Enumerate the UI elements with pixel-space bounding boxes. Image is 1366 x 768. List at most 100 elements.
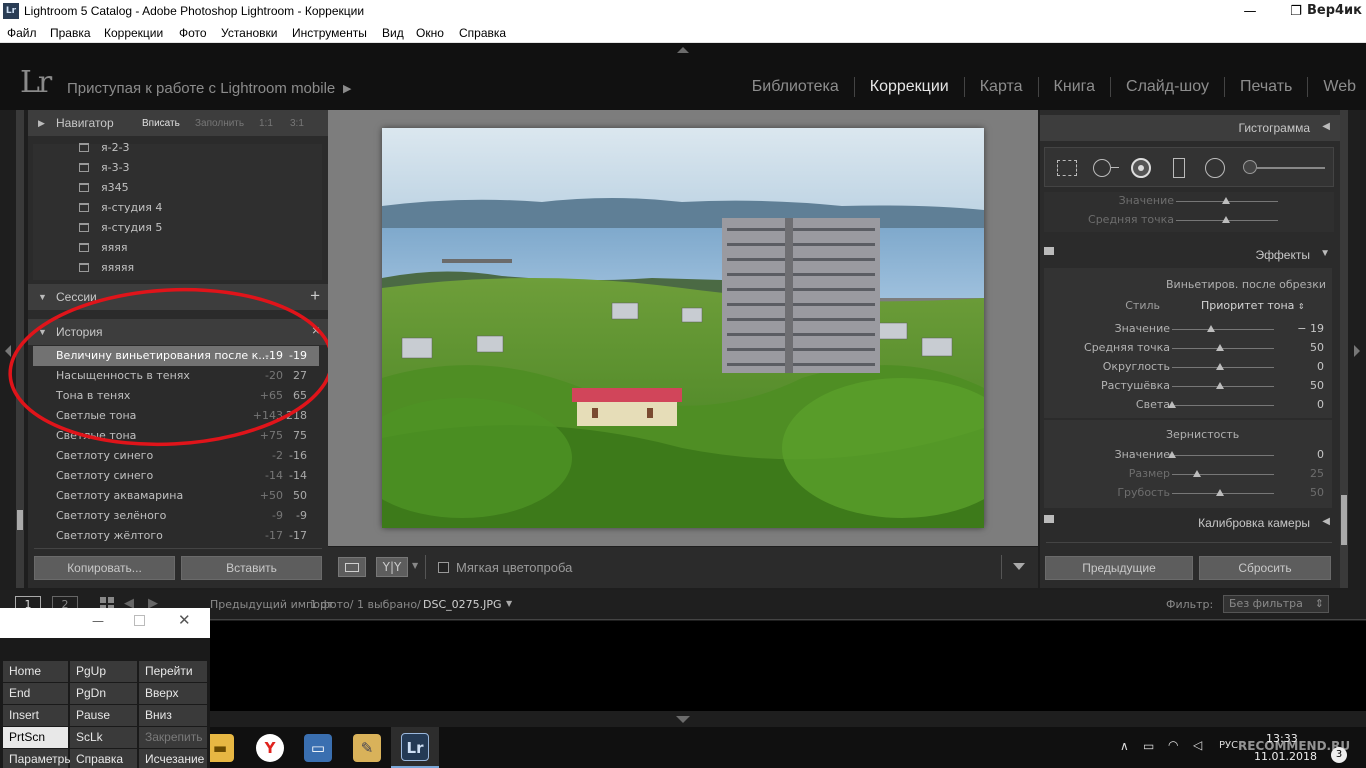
expand-triangle-icon[interactable]: ▶: [38, 118, 45, 129]
history-row[interactable]: Светлоту жёлтого -17 -17: [33, 526, 319, 546]
previous-settings-button[interactable]: Предыдущие: [1045, 556, 1193, 580]
tray-chevron-icon[interactable]: ∧: [1120, 739, 1129, 753]
collection-item[interactable]: я345: [76, 178, 326, 198]
yandex-browser-icon[interactable]: Y: [256, 734, 284, 762]
collapse-triangle-icon[interactable]: ▼: [1320, 248, 1330, 259]
collection-item[interactable]: я-3-3: [76, 158, 326, 178]
filmstrip-filename[interactable]: DSC_0275.JPG: [423, 598, 502, 611]
before-after-dropdown-icon[interactable]: ▼: [412, 561, 418, 570]
left-scrollbar-thumb[interactable]: [17, 510, 23, 530]
slider-row[interactable]: Округлость 0: [1044, 358, 1334, 376]
nav-3to1-option[interactable]: 3:1: [290, 118, 304, 129]
key-pgdn[interactable]: PgDn: [70, 683, 137, 704]
module-library[interactable]: Библиотека: [737, 77, 855, 97]
expand-triangle-icon[interactable]: ◀: [1322, 121, 1330, 132]
navigator-header[interactable]: ▶ Навигатор Вписать Заполнить 1:1 3:1: [28, 110, 328, 136]
key-goto[interactable]: Перейти: [139, 661, 207, 682]
collection-item[interactable]: яяяяя: [76, 258, 326, 278]
filename-dropdown-icon[interactable]: ▼: [506, 599, 512, 608]
menu-tools[interactable]: Инструменты: [292, 26, 367, 40]
slider-row[interactable]: Значение 0: [1044, 446, 1334, 464]
spot-removal-icon[interactable]: [1093, 159, 1111, 177]
histogram-header[interactable]: Гистограмма ◀: [1040, 115, 1340, 141]
module-web[interactable]: Web: [1308, 77, 1356, 97]
computer-icon[interactable]: ▭: [304, 734, 332, 762]
menu-window[interactable]: Окно: [416, 26, 444, 40]
slider-row[interactable]: Средняя точка 50: [1044, 339, 1334, 357]
slider-row[interactable]: Значение: [1048, 192, 1338, 210]
menu-edit[interactable]: Правка: [50, 26, 91, 40]
key-dock[interactable]: Закрепить: [139, 727, 207, 748]
nav-1to1-option[interactable]: 1:1: [259, 118, 273, 129]
nav-fit-option[interactable]: Вписать: [142, 118, 180, 129]
graduated-filter-icon[interactable]: [1173, 158, 1185, 178]
collection-item[interactable]: я-студия 5: [76, 218, 326, 238]
radial-filter-icon[interactable]: [1205, 158, 1225, 178]
soft-proof-checkbox[interactable]: [438, 562, 449, 573]
bottom-panel-toggle-icon[interactable]: [676, 716, 690, 723]
menu-photo[interactable]: Фото: [179, 26, 207, 40]
paste-settings-button[interactable]: Вставить: [181, 556, 322, 580]
key-help[interactable]: Справка: [70, 749, 137, 768]
notification-badge[interactable]: 3: [1331, 747, 1347, 763]
module-develop[interactable]: Коррекции: [855, 77, 965, 97]
key-sclk[interactable]: ScLk: [70, 727, 137, 748]
key-insert[interactable]: Insert: [3, 705, 68, 726]
adjustment-brush-icon[interactable]: [1243, 160, 1257, 174]
module-map[interactable]: Карта: [965, 77, 1039, 97]
collection-item[interactable]: я-студия 4: [76, 198, 326, 218]
toolbar-menu-icon[interactable]: [1013, 563, 1025, 570]
red-eye-icon[interactable]: [1131, 158, 1151, 178]
menu-develop[interactable]: Коррекции: [104, 26, 163, 40]
menu-view[interactable]: Вид: [382, 26, 404, 40]
module-book[interactable]: Книга: [1039, 77, 1112, 97]
photo-preview[interactable]: [382, 128, 984, 528]
history-row[interactable]: Светлоту зелёного -9 -9: [33, 506, 319, 526]
top-panel-toggle-icon[interactable]: [677, 47, 689, 53]
key-down[interactable]: Вниз: [139, 705, 207, 726]
style-dropdown[interactable]: Приоритет тона ⇕: [1201, 299, 1305, 312]
copy-settings-button[interactable]: Копировать...: [34, 556, 175, 580]
reset-button[interactable]: Сбросить: [1199, 556, 1331, 580]
file-explorer-icon[interactable]: ▬: [206, 734, 234, 762]
slider-row[interactable]: Размер 25: [1044, 465, 1334, 483]
right-scrollbar-thumb[interactable]: [1341, 495, 1347, 545]
key-options[interactable]: Параметры: [3, 749, 73, 768]
key-fade[interactable]: Исчезание: [139, 749, 207, 768]
key-prtscn[interactable]: PrtScn: [3, 727, 68, 748]
filter-dropdown[interactable]: Без фильтра ⇕: [1223, 595, 1329, 613]
slider-row[interactable]: Средняя точка: [1048, 211, 1338, 229]
language-indicator[interactable]: РУС: [1219, 740, 1238, 751]
module-slideshow[interactable]: Слайд-шоу: [1111, 77, 1225, 97]
key-end[interactable]: End: [3, 683, 68, 704]
history-row[interactable]: Светлоту синего -14 -14: [33, 466, 319, 486]
history-row[interactable]: Светлоту аквамарина +50 50: [33, 486, 319, 506]
mobile-getting-started[interactable]: Приступая к работе с Lightroom mobile: [67, 80, 335, 97]
slider-row[interactable]: Грубость 50: [1044, 484, 1334, 502]
menu-help[interactable]: Справка: [459, 26, 506, 40]
menu-file[interactable]: Файл: [7, 26, 37, 40]
slider-row[interactable]: Значение − 19: [1044, 320, 1334, 338]
effects-header[interactable]: Эффекты ▼: [1040, 242, 1340, 268]
paint-icon[interactable]: ✎: [353, 734, 381, 762]
key-pgup[interactable]: PgUp: [70, 661, 137, 682]
minimize-icon[interactable]: —: [92, 614, 104, 628]
key-up[interactable]: Вверх: [139, 683, 207, 704]
key-home[interactable]: Home: [3, 661, 68, 682]
close-icon[interactable]: ✕: [178, 611, 191, 629]
play-icon[interactable]: ▶: [343, 82, 351, 95]
before-after-button[interactable]: Y|Y: [376, 557, 408, 577]
minimize-button[interactable]: —: [1227, 1, 1273, 23]
nav-fill-option[interactable]: Заполнить: [195, 118, 244, 129]
right-panel-toggle-icon[interactable]: [1354, 345, 1360, 357]
battery-icon[interactable]: ▭: [1143, 739, 1154, 753]
maximize-icon[interactable]: [134, 615, 145, 626]
expand-triangle-icon[interactable]: ◀: [1322, 516, 1330, 527]
loupe-view-button[interactable]: [338, 557, 366, 577]
wifi-icon[interactable]: ◠: [1168, 738, 1178, 752]
collection-item[interactable]: я-2-3: [76, 138, 326, 158]
volume-icon[interactable]: ◁: [1193, 738, 1202, 752]
crop-overlay-icon[interactable]: [1057, 160, 1077, 176]
collection-item[interactable]: яяяя: [76, 238, 326, 258]
menu-settings[interactable]: Установки: [221, 26, 277, 40]
